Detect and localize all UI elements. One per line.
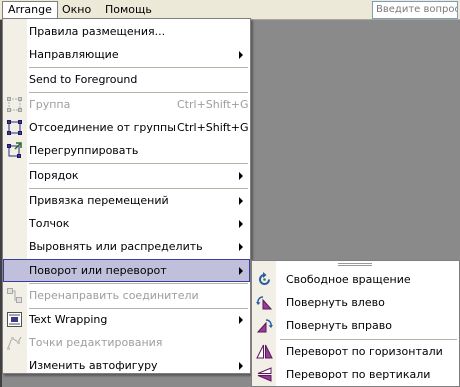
- submenu-item-label: Свободное вращение: [286, 273, 411, 286]
- submenu-arrow-icon: [239, 267, 243, 275]
- menu-item-regroup[interactable]: Перегруппировать: [3, 139, 250, 162]
- menu-item-label: Правила размещения...: [29, 25, 166, 38]
- menu-item-label: Text Wrapping: [29, 313, 108, 326]
- submenu-item-label: Переворот по вертикали: [286, 368, 431, 381]
- menu-item-label: Точки редактирования: [29, 336, 163, 349]
- menu-item-label: Поворот или переворот: [29, 264, 167, 277]
- menu-item-change-autoshape[interactable]: Изменить автофигуру: [3, 354, 250, 377]
- submenu-item-rotate-left[interactable]: Повернуть влево: [252, 291, 459, 314]
- submenu-item-label: Переворот по горизонтали: [286, 345, 443, 358]
- menu-item-layout-rules[interactable]: Правила размещения...: [3, 20, 250, 43]
- submenu-arrow-icon: [239, 362, 243, 370]
- menu-item-snap[interactable]: Привязка перемещений: [3, 189, 250, 212]
- submenu-arrow-icon: [239, 51, 243, 59]
- menu-bar: Arrange Окно Помощь Введите вопрос: [0, 0, 460, 20]
- help-search-input[interactable]: Введите вопрос: [372, 1, 458, 19]
- menu-item-text-wrapping[interactable]: Text Wrapping: [3, 308, 250, 331]
- menu-help-label: Помощь: [105, 3, 152, 16]
- menu-item-ungroup[interactable]: Отсоединение от группы Ctrl+Shift+G: [3, 116, 250, 139]
- menu-item-nudge[interactable]: Толчок: [3, 212, 250, 235]
- submenu-item-flip-horizontal[interactable]: Переворот по горизонтали: [252, 340, 459, 363]
- submenu-arrow-icon: [239, 316, 243, 324]
- menu-item-label: Send to Foreground: [29, 73, 138, 86]
- submenu-arrow-icon: [239, 243, 243, 251]
- submenu-arrow-icon: [239, 220, 243, 228]
- menu-item-label: Направляющие: [29, 48, 119, 61]
- reroute-connectors-icon: [6, 287, 23, 304]
- menu-item-guides[interactable]: Направляющие: [3, 43, 250, 66]
- menu-item-label: Порядок: [29, 169, 79, 182]
- regroup-icon: [6, 142, 23, 159]
- menu-item-label: Перенаправить соединители: [29, 289, 199, 302]
- rotate-left-icon: [256, 294, 273, 311]
- menu-item-order[interactable]: Порядок: [3, 164, 250, 187]
- menu-arrange[interactable]: Arrange: [2, 1, 58, 19]
- menu-item-label: Толчок: [29, 217, 70, 230]
- submenu-item-rotate-right[interactable]: Повернуть вправо: [252, 314, 459, 337]
- flip-vertical-icon: [256, 366, 273, 383]
- menu-window-label: Окно: [62, 3, 92, 16]
- menu-item-rotate-flip[interactable]: Поворот или переворот: [3, 259, 250, 282]
- rotate-flip-submenu: Свободное вращение Повернуть влево Повер…: [251, 260, 460, 387]
- menu-item-reroute-connectors[interactable]: Перенаправить соединители: [3, 284, 250, 307]
- menu-item-label: Изменить автофигуру: [29, 359, 158, 372]
- menu-item-align-distribute[interactable]: Выровнять или распределить: [3, 235, 250, 258]
- menu-item-label: Перегруппировать: [29, 144, 139, 157]
- edit-points-icon: [6, 334, 23, 351]
- menu-item-send-to-foreground[interactable]: Send to Foreground: [3, 68, 250, 91]
- submenu-item-label: Повернуть влево: [286, 296, 385, 309]
- flip-horizontal-icon: [256, 343, 273, 360]
- text-wrapping-icon: [6, 311, 23, 328]
- menu-item-label: Привязка перемещений: [29, 194, 169, 207]
- menu-help[interactable]: Помощь: [100, 1, 157, 19]
- free-rotate-icon: [256, 271, 273, 288]
- menu-item-shortcut: Ctrl+Shift+G: [177, 121, 249, 134]
- menu-item-label: Группа: [29, 98, 71, 111]
- menu-window[interactable]: Окно: [57, 1, 96, 19]
- help-search-placeholder: Введите вопрос: [376, 4, 458, 15]
- menu-item-shortcut: Ctrl+Shift+G: [177, 98, 249, 111]
- rotate-right-icon: [256, 317, 273, 334]
- submenu-item-free-rotate[interactable]: Свободное вращение: [252, 268, 459, 291]
- submenu-arrow-icon: [239, 197, 243, 205]
- submenu-item-label: Повернуть вправо: [286, 319, 392, 332]
- group-icon: [6, 96, 23, 113]
- submenu-arrow-icon: [239, 172, 243, 180]
- submenu-item-flip-vertical[interactable]: Переворот по вертикали: [252, 363, 459, 386]
- ungroup-icon: [6, 119, 23, 136]
- arrange-menu: Правила размещения... Направляющие Send …: [2, 18, 251, 374]
- tear-off-grip[interactable]: [338, 263, 372, 266]
- menu-arrange-label: Arrange: [8, 3, 52, 16]
- menu-item-label: Выровнять или распределить: [29, 240, 203, 253]
- menu-item-edit-points[interactable]: Точки редактирования: [3, 331, 250, 354]
- menu-item-group[interactable]: Группа Ctrl+Shift+G: [3, 93, 250, 116]
- menu-item-label: Отсоединение от группы: [29, 121, 176, 134]
